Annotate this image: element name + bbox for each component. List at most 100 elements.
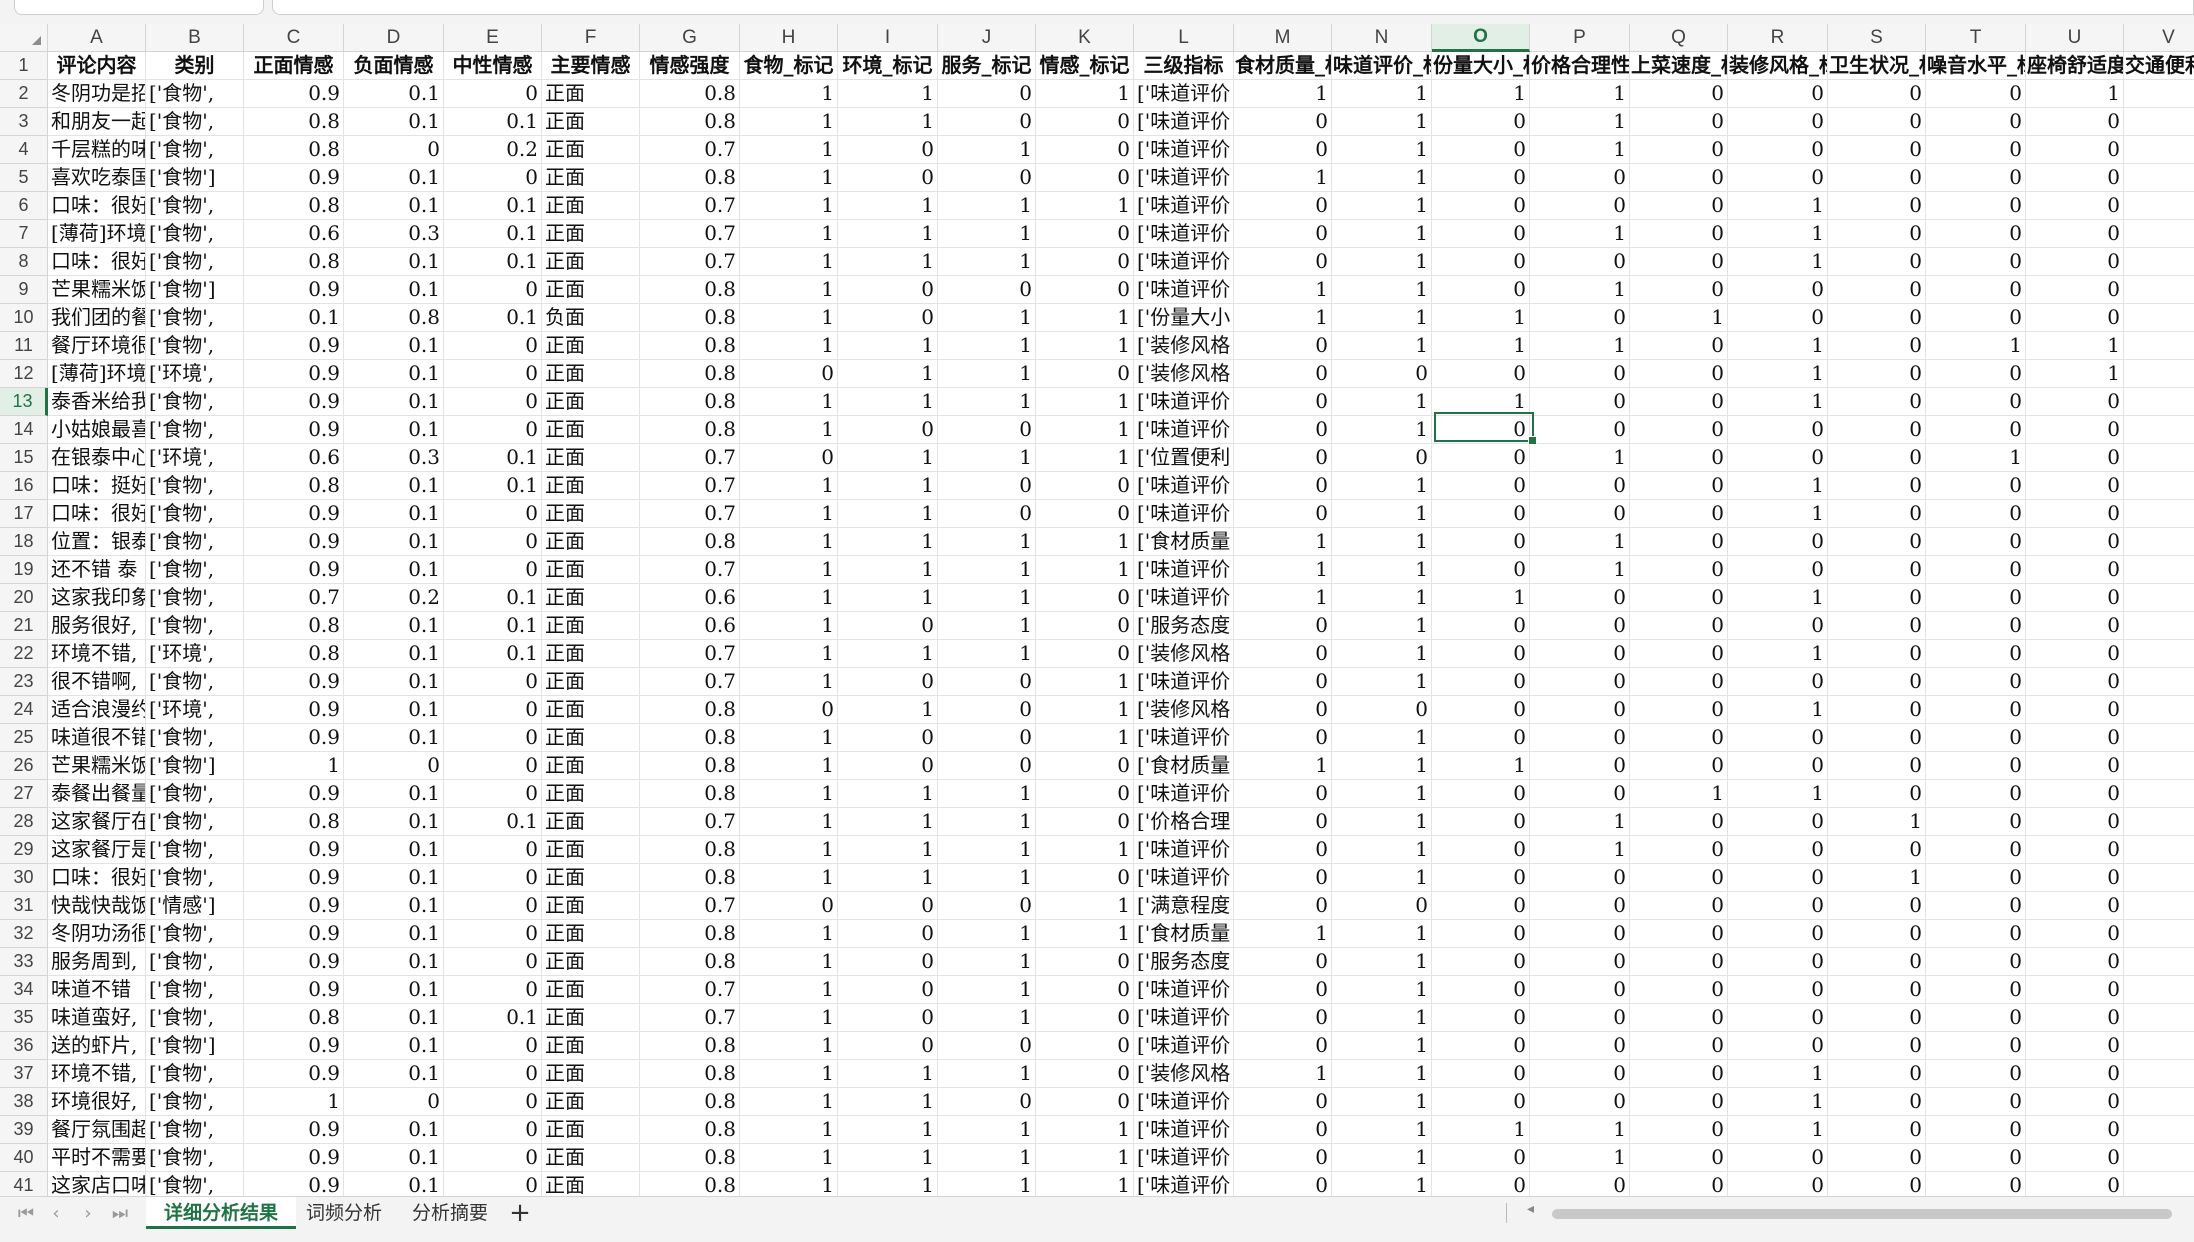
cell[interactable]: 座椅舒适度_ — [2026, 52, 2124, 80]
cell[interactable]: 0.1 — [344, 920, 444, 948]
cell[interactable]: 0 — [838, 1032, 938, 1060]
cell[interactable]: 0 — [938, 80, 1036, 108]
cell[interactable]: ['味道评价 — [1134, 220, 1234, 248]
cell[interactable]: 0 — [444, 164, 542, 192]
row-header-18[interactable]: 18 — [0, 528, 48, 556]
cell[interactable]: 1 — [1332, 276, 1432, 304]
cell[interactable]: 0.8 — [244, 108, 344, 136]
cell[interactable]: 千层糕的味 — [48, 136, 146, 164]
cell[interactable]: 0 — [444, 1060, 542, 1088]
cell[interactable] — [2124, 472, 2194, 500]
cell[interactable]: 0.1 — [444, 472, 542, 500]
cell[interactable]: 0 — [1828, 920, 1926, 948]
cell[interactable]: 正面 — [542, 164, 640, 192]
scroll-left-icon[interactable]: ◂ — [1527, 1201, 1534, 1217]
cell[interactable]: ['装修风格 — [1134, 1060, 1234, 1088]
cell[interactable]: 1 — [938, 948, 1036, 976]
cell[interactable]: 正面 — [542, 584, 640, 612]
cell[interactable]: 0 — [1926, 1004, 2026, 1032]
cell[interactable]: 0 — [2026, 500, 2124, 528]
cell[interactable]: 0 — [1234, 808, 1332, 836]
cell[interactable]: 1 — [740, 1088, 838, 1116]
cell[interactable]: 0.8 — [640, 724, 740, 752]
cell[interactable]: 1 — [1036, 80, 1134, 108]
cell[interactable]: 0 — [1530, 584, 1630, 612]
cell[interactable]: 0 — [1926, 920, 2026, 948]
cell[interactable]: 0 — [1630, 1144, 1728, 1172]
cell[interactable]: 正面 — [542, 136, 640, 164]
cell[interactable]: 0 — [1926, 752, 2026, 780]
cell[interactable]: 0 — [1728, 948, 1828, 976]
cell[interactable]: 0.1 — [444, 808, 542, 836]
cell[interactable]: 0 — [1432, 612, 1530, 640]
cell[interactable]: 1 — [838, 1116, 938, 1144]
cell[interactable]: 1 — [1332, 528, 1432, 556]
cell[interactable]: 1 — [1432, 80, 1530, 108]
cell[interactable]: 1 — [1530, 136, 1630, 164]
cell[interactable]: 正面 — [542, 948, 640, 976]
cell[interactable]: 1 — [740, 1004, 838, 1032]
cell[interactable]: 0.1 — [344, 388, 444, 416]
cell[interactable]: ['味道评价 — [1134, 1088, 1234, 1116]
cell[interactable]: 1 — [740, 976, 838, 1004]
column-header-q[interactable]: Q — [1630, 24, 1728, 52]
cell[interactable]: 1 — [938, 1116, 1036, 1144]
cell[interactable]: 0.1 — [344, 192, 444, 220]
cell[interactable]: 0 — [1926, 360, 2026, 388]
cell[interactable]: 1 — [1036, 192, 1134, 220]
cell[interactable]: 0 — [444, 948, 542, 976]
cell[interactable]: ['食物', — [146, 864, 244, 892]
cell[interactable]: 0 — [1036, 584, 1134, 612]
cell[interactable]: 1 — [740, 332, 838, 360]
cell[interactable]: 0 — [1828, 360, 1926, 388]
cell[interactable]: 0.1 — [444, 220, 542, 248]
cell[interactable]: 0 — [1530, 640, 1630, 668]
cell[interactable]: 0.9 — [244, 724, 344, 752]
cell[interactable]: 0.1 — [244, 304, 344, 332]
cell[interactable]: 1 — [1234, 920, 1332, 948]
cell[interactable]: 0 — [1234, 724, 1332, 752]
column-header-t[interactable]: T — [1926, 24, 2026, 52]
cell[interactable]: 0.1 — [344, 696, 444, 724]
row-header-35[interactable]: 35 — [0, 1004, 48, 1032]
cell[interactable]: 1 — [1332, 1116, 1432, 1144]
cell[interactable]: 0 — [1828, 444, 1926, 472]
cell[interactable]: 0.9 — [244, 1060, 344, 1088]
cell[interactable]: 0 — [1432, 724, 1530, 752]
cell[interactable]: 0 — [1630, 416, 1728, 444]
cell[interactable]: 0 — [2026, 1172, 2124, 1196]
cell[interactable]: 泰餐出餐量 — [48, 780, 146, 808]
row-header-20[interactable]: 20 — [0, 584, 48, 612]
tab-detailed-results[interactable]: 详细分析结果 — [146, 1197, 297, 1229]
cell[interactable]: 0 — [1234, 780, 1332, 808]
cell[interactable]: 1 — [1332, 472, 1432, 500]
cell[interactable]: 0 — [1926, 528, 2026, 556]
cell[interactable] — [2124, 556, 2194, 584]
cell[interactable]: 1 — [938, 640, 1036, 668]
cell[interactable]: 0.1 — [344, 1032, 444, 1060]
cell[interactable]: 正面 — [542, 1004, 640, 1032]
cell[interactable]: 0 — [2026, 472, 2124, 500]
cell[interactable]: 0 — [1530, 472, 1630, 500]
cell[interactable]: ['食物', — [146, 136, 244, 164]
cell[interactable]: 0.8 — [244, 248, 344, 276]
cell[interactable]: 0.1 — [344, 80, 444, 108]
cell[interactable]: 1 — [1332, 668, 1432, 696]
cell[interactable]: 正面 — [542, 724, 640, 752]
cell[interactable]: 1 — [1530, 444, 1630, 472]
cell[interactable]: 1 — [1728, 192, 1828, 220]
cell[interactable]: 0 — [938, 472, 1036, 500]
cell[interactable]: 芒果糯米饭 — [48, 752, 146, 780]
cell[interactable]: 0.9 — [244, 164, 344, 192]
cell[interactable]: 0 — [1630, 220, 1728, 248]
cell[interactable]: 0 — [1828, 892, 1926, 920]
cell[interactable]: [薄荷]环境 — [48, 220, 146, 248]
cell[interactable]: 1 — [740, 808, 838, 836]
cell[interactable]: 0 — [1234, 1172, 1332, 1196]
cell[interactable]: 正面 — [542, 80, 640, 108]
cell[interactable]: 正面 — [542, 892, 640, 920]
cell[interactable]: ['味道评价 — [1134, 416, 1234, 444]
cell[interactable]: 1 — [740, 164, 838, 192]
cell[interactable]: 正面 — [542, 276, 640, 304]
cell[interactable]: 0.9 — [244, 836, 344, 864]
